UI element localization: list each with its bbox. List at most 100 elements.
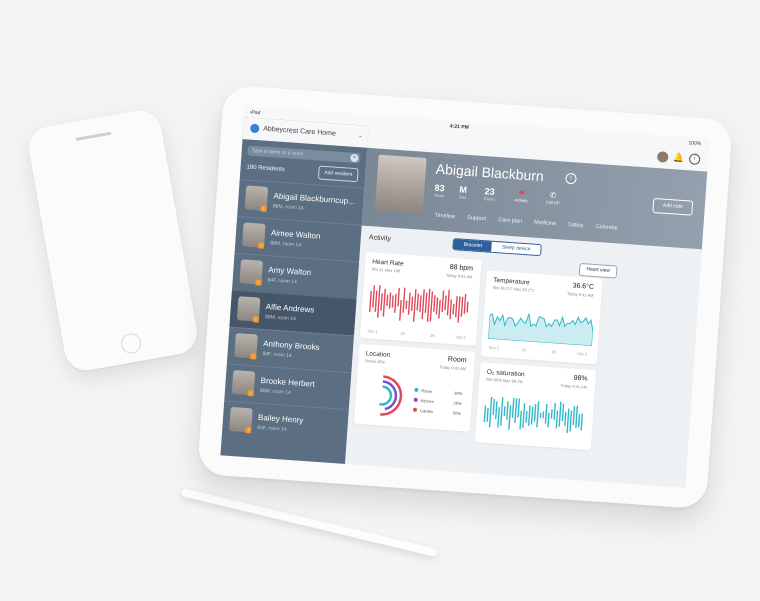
heart-rate-chart [369, 285, 469, 323]
legend-room: Room [414, 387, 433, 394]
chart-bar [497, 407, 500, 428]
tab-safety[interactable]: Safety [568, 222, 584, 229]
legend-label: Garden [419, 408, 434, 415]
chart-bar [421, 289, 425, 320]
call-gp-label: Call GP [545, 199, 560, 206]
residents-list: ! Abigail Blackburncup... 88M, room 14! Aim… [221, 178, 365, 447]
resident-row-sub: 88M, room 14 [272, 203, 304, 212]
chart-bar [580, 413, 584, 431]
chart-bar [488, 396, 493, 428]
resident-name: Abigail Blackburn [435, 160, 545, 185]
chart-bar [550, 408, 553, 419]
chart-bar [452, 303, 455, 315]
search-input[interactable]: Type a name or a room × [247, 145, 361, 164]
o2-time: Today 9:41 AM [560, 382, 588, 390]
resident-row-name: Bailey Henry [257, 412, 304, 426]
chart-bar [407, 292, 411, 315]
chart-bar [506, 401, 509, 420]
resident-detail: 🔔 i Abigail Blackburn i 83 Years M Sex 2… [345, 125, 709, 488]
temp-x-label: Sun 1 [488, 344, 500, 351]
activity-shortcut[interactable]: ❤ Activity [515, 188, 529, 203]
stat-sex-label: Sex [459, 194, 467, 200]
resident-photo [374, 154, 427, 214]
o2-saturation-chart [483, 396, 584, 434]
stat-room-label: Room [483, 196, 495, 202]
chart-bar [444, 295, 447, 311]
user-avatar[interactable] [656, 151, 669, 163]
chart-bar [575, 405, 579, 428]
heart-x-label: 10 [400, 330, 405, 336]
chart-bar [460, 296, 464, 317]
chart-bar [380, 293, 383, 311]
residents-count: 180 Residents [246, 164, 285, 174]
chart-bar [405, 300, 408, 310]
temperature-time: Today 9:41 AM [566, 291, 594, 298]
chart-bar [527, 405, 531, 426]
legend-kitchen-pct: 20% [453, 400, 462, 407]
alert-badge-icon: ! [257, 242, 265, 249]
chevron-down-icon[interactable]: ⌄ [358, 132, 364, 139]
tab-support[interactable]: Support [467, 215, 487, 222]
segment-sleep-device[interactable]: Sleep device [491, 241, 541, 256]
heart-x-label: Oct 2 [456, 334, 466, 341]
tablet-device: iPad 4:21 PM 100% Abbeycrest Care Home ⌄… [197, 84, 733, 510]
temperature-card[interactable]: Temperature Min 36.2°C Max 39.2°C 36.6°C… [480, 270, 603, 365]
chart-bar [522, 403, 526, 428]
stat-room: 23 Room [484, 186, 496, 202]
bell-icon[interactable]: 🔔 [673, 152, 685, 164]
residents-sidebar: Abbeycrest Care Home ⌄ Type a name or a … [220, 117, 369, 465]
heart-x-label: Sun 1 [367, 328, 379, 334]
alert-badge-icon: ! [255, 279, 262, 286]
chart-bar [424, 292, 428, 313]
tab-timeline[interactable]: Timeline [434, 213, 455, 220]
heart-rate-card[interactable]: Heart Rate Min 41 Max 196 88 bpm Today 9… [359, 251, 482, 346]
add-note-button[interactable]: Add note [652, 197, 694, 216]
segment-bracelet[interactable]: Bracelet [453, 239, 493, 252]
resident-info-icon[interactable]: i [565, 172, 577, 185]
status-time: 4:21 PM [449, 123, 469, 131]
tab-calendar[interactable]: Calendar [595, 224, 618, 232]
clear-search-icon[interactable]: × [350, 153, 359, 163]
legend-dot [414, 387, 419, 392]
temp-x-label: 10 [521, 347, 527, 353]
location-card[interactable]: Location Room 45% Room Today 9:41 AM Roo… [353, 343, 476, 432]
chart-bar [410, 296, 414, 311]
temp-x-label: 16 [551, 349, 557, 355]
call-gp-button[interactable]: ✆ Call GP [545, 190, 561, 206]
heart-view-button[interactable]: Heart view [578, 262, 618, 279]
chart-bar [376, 285, 381, 318]
chart-bar [533, 403, 537, 422]
info-icon[interactable]: i [688, 153, 701, 166]
detail-tabs: Timeline Support Care plan Medicine Safe… [434, 213, 618, 232]
search-placeholder: Type a name or a room [251, 147, 304, 158]
tab-care-plan[interactable]: Care plan [498, 217, 522, 225]
alert-badge-icon: ! [260, 205, 267, 212]
legend-label: Room [421, 388, 433, 394]
location-value: Room [447, 355, 467, 365]
battery-label: 100% [688, 140, 702, 148]
tab-medicine[interactable]: Medicine [534, 220, 556, 228]
legend-dot [413, 397, 418, 402]
legend-room-pct: 30% [454, 390, 463, 397]
resident-row-sub: 84F, room 14 [267, 277, 298, 286]
chart-bar [553, 402, 556, 421]
chart-bar [446, 289, 450, 316]
o2-saturation-card[interactable]: O₂ saturation Min 95% Max 99.2% 98% Toda… [474, 362, 597, 451]
chart-bar [572, 406, 576, 426]
chart-bar [435, 297, 439, 315]
chart-bar [369, 290, 372, 313]
resident-row[interactable]: ! Bailey Henry 84F, room 14 [221, 400, 349, 447]
chart-bar [402, 287, 406, 313]
chart-bar [564, 411, 567, 426]
chart-bar [514, 398, 518, 424]
location-rings-chart [361, 375, 403, 416]
add-resident-button[interactable]: Add resident [317, 165, 359, 183]
legend-kitchen: Kitchen [413, 397, 434, 404]
chart-bar [569, 410, 573, 432]
care-home-logo-icon [249, 123, 260, 134]
resident-row-sub: 88M, room 14 [270, 240, 302, 249]
resident-row-name: Amy Walton [268, 265, 312, 278]
heart-x-label: 16 [430, 332, 435, 338]
phone-speaker [75, 131, 112, 141]
chart-bar [503, 406, 506, 417]
